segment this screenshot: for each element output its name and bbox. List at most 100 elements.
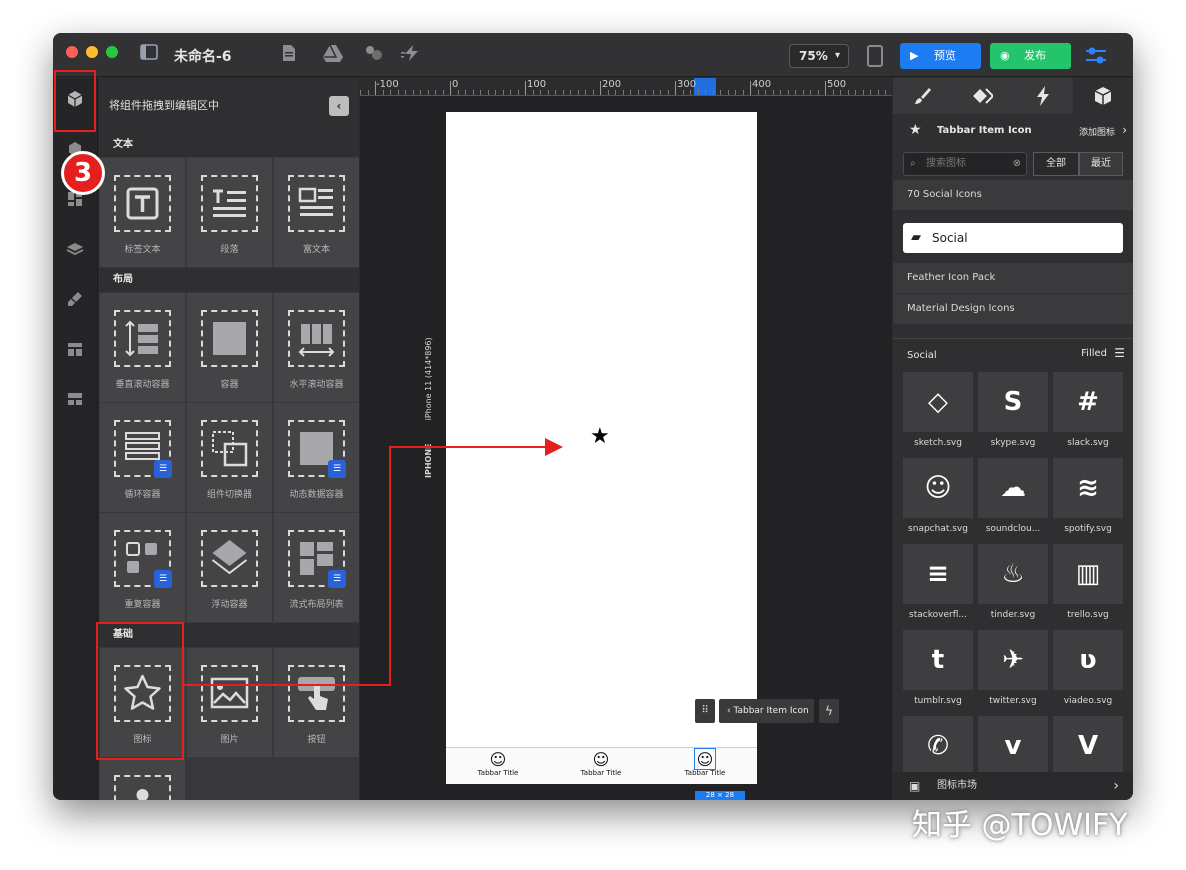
component-container[interactable]: 容器 [187, 293, 272, 402]
library-material[interactable]: Material Design Icons [893, 294, 1133, 324]
sidebar-toggle-icon[interactable] [140, 44, 158, 65]
ruler-tick [735, 90, 736, 95]
layers-icon[interactable] [63, 240, 87, 264]
icon-tile[interactable]: ✆viber.svg [903, 716, 978, 772]
ruler-tick [645, 90, 646, 95]
selected-component-name: Tabbar Item Icon [733, 706, 809, 716]
component-tab-icon[interactable] [953, 78, 1013, 114]
star-icon: ★ [909, 122, 922, 138]
section-layout: 布局 [99, 268, 359, 292]
icon-tile[interactable]: Vvine.svg [1053, 716, 1128, 772]
database-icon: ☰ [154, 570, 172, 588]
bolt-icon[interactable]: ϟ [819, 699, 839, 723]
ruler-tick [840, 90, 841, 95]
assets-tab-icon[interactable] [1073, 78, 1133, 114]
data-icon[interactable] [63, 390, 87, 414]
icon-grid-filter[interactable]: Filled [1081, 348, 1107, 359]
ruler-tick [825, 81, 826, 95]
icon-tile[interactable]: ≋ spotify.svg [1053, 458, 1128, 544]
ruler-label: 400 [752, 79, 772, 90]
ruler-tick [382, 90, 384, 95]
icon-tile[interactable]: ◇ sketch.svg [903, 372, 978, 458]
icon-tile[interactable]: ✈ twitter.svg [978, 630, 1053, 716]
ruler-tick [615, 90, 616, 95]
share-icon[interactable] [364, 44, 384, 67]
component-paragraph[interactable]: 段落 [187, 158, 272, 267]
maximize-window-button[interactable] [106, 46, 118, 58]
document-icon[interactable] [282, 44, 296, 67]
pages-icon[interactable] [63, 340, 87, 364]
tabbar-item[interactable]: ☺ Tabbar Title [458, 751, 538, 778]
preview-button[interactable]: ▶ 预览 [900, 43, 981, 69]
clear-icon[interactable]: ⊗ [1013, 153, 1021, 175]
filter-icon[interactable]: ☰ [1114, 346, 1125, 360]
library-social[interactable]: ▰ Social [903, 223, 1123, 253]
style-brush-icon[interactable] [893, 78, 953, 114]
component-loop-container[interactable]: ☰ 循环容器 [100, 403, 185, 512]
icon-filename: spotify.svg [1064, 524, 1112, 534]
star-icon[interactable]: ★ [590, 424, 610, 449]
collapse-panel-button[interactable]: ‹ [329, 96, 349, 116]
component-label-text[interactable]: 标签文本 [100, 158, 185, 267]
watermark: 知乎 @TOWIFY [912, 808, 1128, 843]
ruler-tick [802, 90, 804, 95]
library-feather[interactable]: Feather Icon Pack [893, 263, 1133, 293]
icon-search-input[interactable]: ⌕ 搜索图标 ⊗ [903, 152, 1027, 176]
filter-recent-button[interactable]: 最近 [1079, 152, 1123, 176]
component-thumb [201, 175, 258, 232]
add-icon-link[interactable]: 添加图标 [1079, 125, 1115, 138]
social-glyph-icon: S [978, 372, 1048, 432]
icon-tile[interactable]: ☺ snapchat.svg [903, 458, 978, 544]
component-repeat-container[interactable]: ☰ 重复容器 [100, 513, 185, 622]
zoom-select[interactable]: 75% ▾ [789, 44, 849, 68]
device-icon[interactable] [867, 45, 883, 67]
bag-icon: ▣ [909, 779, 921, 793]
icon-tile[interactable]: ♨ tinder.svg [978, 544, 1053, 630]
ruler-tick [480, 90, 481, 95]
drive-icon[interactable] [323, 44, 343, 67]
brush-icon[interactable] [63, 290, 87, 314]
icon-tile[interactable]: ▥ trello.svg [1053, 544, 1128, 630]
publish-button[interactable]: ◉ 发布 [990, 43, 1071, 69]
icon-tile[interactable]: # slack.svg [1053, 372, 1128, 458]
ruler-tick [690, 90, 691, 95]
component-rich-text[interactable]: 富文本 [274, 158, 359, 267]
component-vertical-scroll[interactable]: 垂直滚动容器 [100, 293, 185, 402]
icon-tile[interactable]: ʋ viadeo.svg [1053, 630, 1128, 716]
ruler-tick [472, 90, 474, 95]
social-glyph-icon: ☁ [978, 458, 1048, 518]
ruler-tick [585, 90, 586, 95]
action-bolt-icon[interactable] [1013, 78, 1073, 114]
avatar-icon [116, 777, 169, 800]
filter-all-button[interactable]: 全部 [1033, 152, 1079, 176]
component-more[interactable] [100, 758, 185, 800]
icon-tile[interactable]: t tumblr.svg [903, 630, 978, 716]
icon-filename: soundclou... [985, 524, 1041, 534]
ruler-label: 100 [527, 79, 547, 90]
tabbar-item[interactable]: ☺ Tabbar Title [561, 751, 641, 778]
icon-tile[interactable]: ☁ soundclou... [978, 458, 1053, 544]
bolt-icon[interactable] [401, 44, 423, 67]
ruler-tick [667, 90, 669, 95]
ruler-tick [780, 90, 781, 95]
close-window-button[interactable] [66, 46, 78, 58]
component-horizontal-scroll[interactable]: 水平滚动容器 [274, 293, 359, 402]
component-label: 循环容器 [124, 490, 161, 500]
selected-component-breadcrumb[interactable]: ‹ Tabbar Item Icon [719, 699, 814, 723]
ruler-tick [652, 90, 654, 95]
icon-market-link[interactable]: ▣ 图标市场 › [893, 772, 1133, 800]
ruler-tick [450, 81, 451, 95]
ruler-tick [570, 90, 571, 95]
rich-text-icon [290, 177, 343, 230]
minimize-window-button[interactable] [86, 46, 98, 58]
social-glyph-icon: ≡ [903, 544, 973, 604]
title-bar: 未命名-6 75% ▾ ▶ 预览 ◉ 发布 [53, 33, 1133, 77]
sliders-icon[interactable] [1084, 45, 1108, 67]
drag-handle-icon[interactable]: ⠿ [695, 699, 715, 723]
icon-tile[interactable]: Sskype.svg [978, 372, 1053, 458]
ruler-tick [435, 90, 436, 95]
icon-tile[interactable]: vvimeo.svg [978, 716, 1053, 772]
ruler-tick [562, 90, 564, 95]
icon-tile[interactable]: ≡ stackoverfl... [903, 544, 978, 630]
component-label: 垂直滚动容器 [115, 380, 170, 390]
